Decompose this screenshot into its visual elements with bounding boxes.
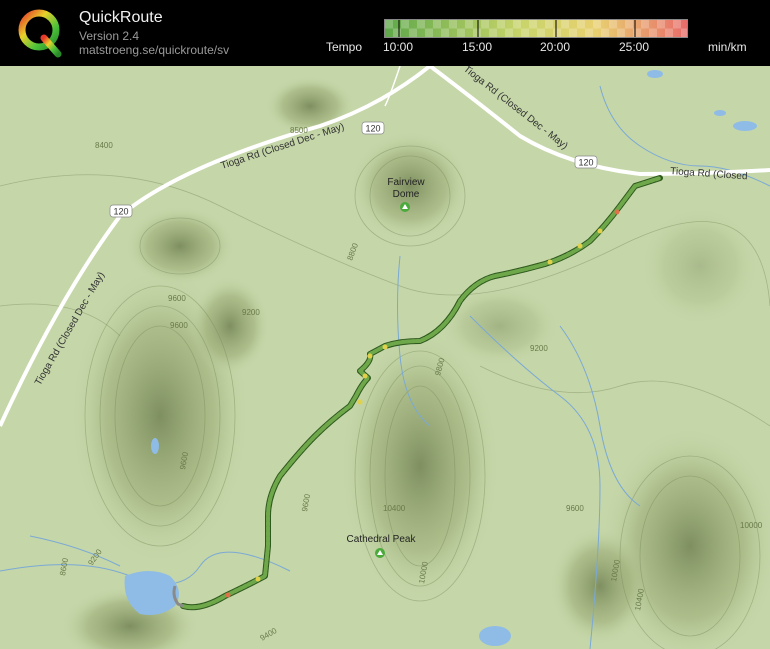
elevation-label: 9200 — [530, 344, 548, 353]
elevation-label: 9600 — [170, 321, 188, 330]
elevation-label: 10400 — [383, 504, 406, 513]
route-shield-label: 120 — [365, 124, 380, 134]
legend-tick: 15:00 — [461, 40, 493, 54]
elevation-label: 8600 — [58, 557, 70, 577]
topographic-map[interactable]: Tioga Rd (Closed Dec - May) Tioga Rd (Cl… — [0, 66, 770, 649]
legend-tick: 25:00 — [618, 40, 650, 54]
elevation-label: 8500 — [290, 126, 308, 135]
pace-scale-gradient — [385, 20, 687, 37]
route-shield-label: 120 — [578, 158, 593, 168]
road-label: Tioga Rd (Closed Dec - May) — [461, 66, 570, 152]
peak-label: Fairview — [387, 177, 425, 188]
elevation-label: 8400 — [95, 141, 113, 150]
app-title: QuickRoute — [79, 9, 163, 26]
elevation-label: 9200 — [242, 308, 260, 317]
legend-tick: 10:00 — [382, 40, 414, 54]
header-bar: QuickRoute Version 2.4 matstroeng.se/qui… — [0, 0, 770, 66]
elevation-label: 9600 — [566, 504, 584, 513]
legend-title: Tempo — [326, 40, 363, 54]
quickroute-viewer: QuickRoute Version 2.4 matstroeng.se/qui… — [0, 0, 770, 649]
road-label: Tioga Rd (Closed — [670, 166, 748, 182]
quickroute-logo-icon — [18, 9, 62, 58]
legend-unit: min/km — [708, 40, 747, 54]
legend-tick: 20:00 — [539, 40, 571, 54]
elevation-label: 9600 — [168, 294, 186, 303]
pace-color-scale — [384, 19, 688, 38]
elevation-label: 9400 — [259, 626, 279, 643]
app-url: matstroeng.se/quickroute/sv — [79, 43, 230, 57]
elevation-label: 10000 — [740, 521, 763, 530]
peak-label: Dome — [393, 189, 420, 200]
peak-label: Cathedral Peak — [347, 534, 417, 545]
route-shield-label: 120 — [113, 207, 128, 217]
elevation-label: 8800 — [345, 241, 360, 261]
terrain-relief — [60, 76, 770, 649]
elevation-label: 9600 — [300, 493, 312, 513]
map-canvas[interactable]: Tioga Rd (Closed Dec - May) Tioga Rd (Cl… — [0, 66, 770, 649]
app-version: Version 2.4 — [79, 29, 140, 43]
